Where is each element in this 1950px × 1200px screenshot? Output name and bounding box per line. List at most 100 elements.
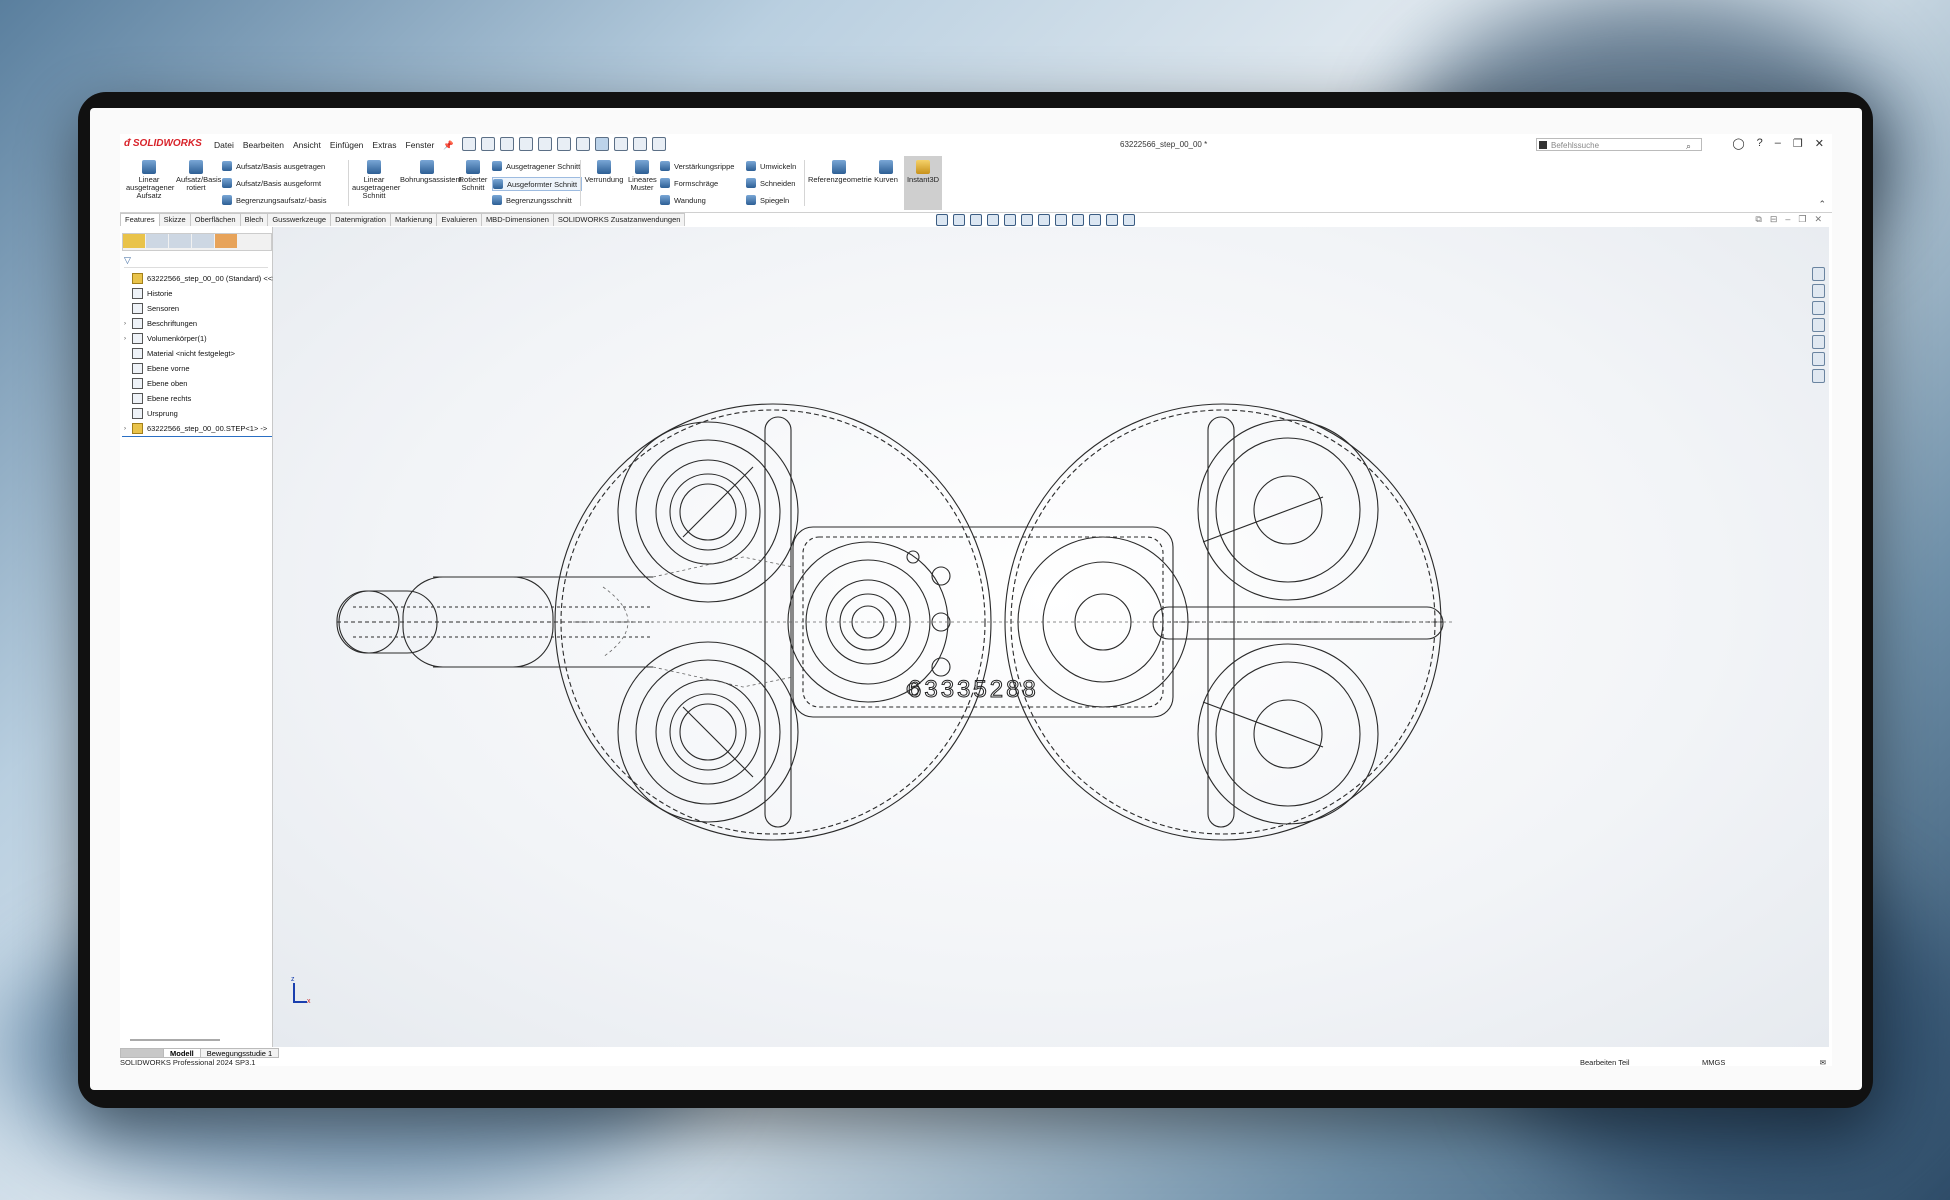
horizontal-scrollbar[interactable] xyxy=(130,1039,220,1041)
home-icon[interactable] xyxy=(462,137,476,151)
menu-view[interactable]: Ansicht xyxy=(293,140,321,151)
doc-restore-button[interactable]: ❐ xyxy=(1798,214,1806,225)
tree-item-front-plane[interactable]: Ebene vorne xyxy=(122,361,272,376)
hide-show-items-icon[interactable] xyxy=(1072,214,1084,226)
tab-sketch[interactable]: Skizze xyxy=(158,213,191,226)
expander[interactable]: › xyxy=(122,321,128,327)
tree-item-history[interactable]: Historie xyxy=(122,286,272,301)
graphics-area[interactable]: 63335288 z x xyxy=(273,227,1829,1047)
revolve-button[interactable]: Aufsatz/Basis rotiert xyxy=(176,160,221,192)
feature-manager-tab-icon[interactable] xyxy=(123,234,145,248)
previous-view-icon[interactable] xyxy=(987,214,999,226)
zoom-to-area-icon[interactable] xyxy=(970,214,982,226)
select-cursor-icon[interactable] xyxy=(595,137,609,151)
display-manager-tab-icon[interactable] xyxy=(215,234,237,248)
custom-properties-icon[interactable] xyxy=(1812,369,1825,383)
dynamic-annotation-icon[interactable] xyxy=(1021,214,1033,226)
curves-button[interactable]: Kurven xyxy=(872,160,900,184)
tree-item-step-import[interactable]: › 63222566_step_00_00.STEP<1> -> xyxy=(122,421,272,437)
dimxpert-tab-icon[interactable] xyxy=(192,234,214,248)
menu-window[interactable]: Fenster xyxy=(406,140,435,151)
tab-scroll-buttons[interactable] xyxy=(120,1048,164,1058)
tab-mbd-dimensions[interactable]: MBD-Dimensionen xyxy=(480,213,554,226)
tab-motion-study[interactable]: Bewegungsstudie 1 xyxy=(199,1048,280,1058)
tree-item-annotations[interactable]: › Beschriftungen xyxy=(122,316,272,331)
file-explorer-icon[interactable] xyxy=(1812,301,1825,315)
appearances-icon[interactable] xyxy=(1812,352,1825,366)
print-icon[interactable] xyxy=(538,137,552,151)
draft-button[interactable]: Formschräge xyxy=(660,177,718,189)
options-gear-icon[interactable] xyxy=(652,137,666,151)
tab-data-migration[interactable]: Datenmigration xyxy=(330,213,391,226)
expander[interactable]: › xyxy=(122,426,128,432)
tab-markup[interactable]: Markierung xyxy=(389,213,438,226)
help-icon[interactable]: ? xyxy=(1757,137,1763,150)
tab-mold-tools[interactable]: Gusswerkzeuge xyxy=(267,213,332,226)
tab-model[interactable]: Modell xyxy=(163,1048,201,1058)
tab-surfaces[interactable]: Oberflächen xyxy=(189,213,241,226)
wrap-button[interactable]: Umwickeln xyxy=(746,160,796,172)
zoom-to-fit-icon[interactable] xyxy=(953,214,965,226)
command-search-input[interactable]: Befehlssuche ⌕ xyxy=(1536,138,1702,151)
user-account-icon[interactable]: ◯ xyxy=(1732,137,1744,150)
boundary-boss-button[interactable]: Begrenzungsaufsatz/-basis xyxy=(222,194,326,206)
fillet-button[interactable]: Verrundung xyxy=(584,160,624,184)
tree-item-material[interactable]: Material <nicht festgelegt> xyxy=(122,346,272,361)
doc-split-icon[interactable]: ⊟ xyxy=(1770,214,1778,225)
tree-item-sensors[interactable]: Sensoren xyxy=(122,301,272,316)
doc-close-button[interactable]: ✕ xyxy=(1814,214,1822,225)
view-settings-icon[interactable] xyxy=(1123,214,1135,226)
solidworks-resources-icon[interactable] xyxy=(1812,267,1825,281)
apply-scene-icon[interactable] xyxy=(1106,214,1118,226)
menu-insert[interactable]: Einfügen xyxy=(330,140,364,151)
expander[interactable]: › xyxy=(122,336,128,342)
tree-item-part[interactable]: 63222566_step_00_00 (Standard) <<Sta xyxy=(122,271,283,286)
configuration-manager-tab-icon[interactable] xyxy=(169,234,191,248)
collapse-ribbon-icon[interactable]: ⌃ xyxy=(1818,199,1826,210)
rib-button[interactable]: Verstärkungsrippe xyxy=(660,160,734,172)
lofted-cut-button[interactable]: Ausgeformter Schnitt xyxy=(492,177,583,191)
display-style-icon[interactable] xyxy=(1055,214,1067,226)
tree-item-right-plane[interactable]: Ebene rechts xyxy=(122,391,272,406)
tree-item-solid-bodies[interactable]: › Volumenkörper(1) xyxy=(122,331,272,346)
restore-button[interactable]: ❐ xyxy=(1793,137,1803,150)
property-manager-tab-icon[interactable] xyxy=(146,234,168,248)
tab-addins[interactable]: SOLIDWORKS Zusatzanwendungen xyxy=(552,213,686,226)
tab-sheet-metal[interactable]: Blech xyxy=(239,213,269,226)
swept-cut-button[interactable]: Ausgetragener Schnitt xyxy=(492,160,580,172)
menu-file[interactable]: Datei xyxy=(214,140,234,151)
new-document-icon[interactable] xyxy=(481,137,495,151)
edit-appearance-icon[interactable] xyxy=(1089,214,1101,226)
pin-icon[interactable]: 📌 xyxy=(443,140,454,151)
rebuild-traffic-light-icon[interactable] xyxy=(614,137,628,151)
close-button[interactable]: ✕ xyxy=(1815,137,1824,150)
doc-tile-icon[interactable]: ⧉ xyxy=(1755,214,1761,225)
menu-tools[interactable]: Extras xyxy=(372,140,396,151)
undo-icon[interactable] xyxy=(557,137,571,151)
extruded-cut-button[interactable]: Linear ausgetragener Schnitt xyxy=(352,160,400,200)
tab-evaluate[interactable]: Evaluieren xyxy=(436,213,482,226)
search-icon[interactable]: ⌕ xyxy=(1686,140,1691,153)
intersect-button[interactable]: Schneiden xyxy=(746,177,795,189)
tree-item-origin[interactable]: Ursprung xyxy=(122,406,272,421)
reference-geometry-button[interactable]: Referenzgeometrie xyxy=(808,160,872,184)
hole-wizard-button[interactable]: Bohrungsassistent xyxy=(400,160,462,184)
file-properties-icon[interactable] xyxy=(633,137,647,151)
view-orientation-icon[interactable] xyxy=(936,214,948,226)
status-messages-icon[interactable]: ✉ xyxy=(1820,1058,1826,1067)
redo-icon[interactable] xyxy=(576,137,590,151)
linear-pattern-button[interactable]: Lineares Muster xyxy=(628,160,657,192)
open-folder-icon[interactable] xyxy=(500,137,514,151)
section-view-icon[interactable] xyxy=(1004,214,1016,226)
view-palette-icon[interactable] xyxy=(1812,335,1825,349)
design-library-icon[interactable] xyxy=(1812,284,1825,298)
view-cube-icon[interactable] xyxy=(1038,214,1050,226)
revolved-cut-button[interactable]: Rotierter Schnitt xyxy=(458,160,488,192)
minimize-button[interactable]: – xyxy=(1775,137,1781,150)
save-icon[interactable] xyxy=(519,137,533,151)
folder-icon[interactable] xyxy=(1812,318,1825,332)
instant3d-label-box[interactable]: Instant3D xyxy=(904,160,942,184)
filter-icon[interactable]: ▽ xyxy=(124,255,268,268)
shell-button[interactable]: Wandung xyxy=(660,194,706,206)
sweep-button[interactable]: Aufsatz/Basis ausgetragen xyxy=(222,160,325,172)
